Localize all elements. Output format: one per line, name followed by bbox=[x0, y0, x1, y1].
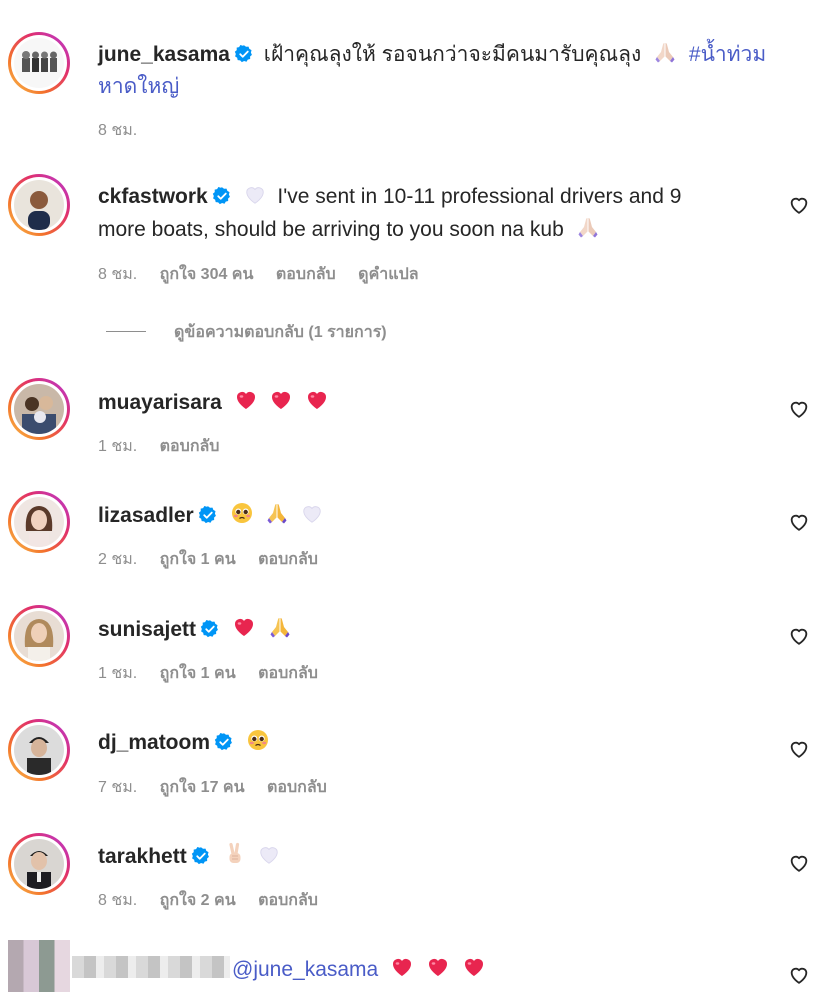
comment-time: 7 ชม. bbox=[98, 779, 138, 796]
comment-meta: 8 ชม. ถูกใจ 304 คน ตอบกลับ ดูคำแปล bbox=[98, 262, 437, 287]
white-heart-emoji bbox=[301, 503, 323, 525]
comment-username[interactable]: muayarisara bbox=[98, 391, 222, 414]
white-heart-emoji bbox=[258, 844, 280, 866]
red-heart-emoji bbox=[390, 955, 414, 979]
pleading-face-emoji bbox=[246, 728, 270, 752]
comment-meta: 8 ชม. ถูกใจ 2 คน ตอบกลับ bbox=[98, 888, 336, 913]
avatar-image bbox=[27, 851, 51, 889]
white-heart-emoji bbox=[244, 184, 266, 206]
avatar[interactable] bbox=[8, 605, 70, 667]
avatar[interactable] bbox=[8, 719, 70, 781]
verified-badge-icon bbox=[191, 846, 211, 866]
pleading-face-emoji bbox=[230, 501, 254, 525]
comment-meta: 7 ชม. ถูกใจ 17 คน ตอบกลับ bbox=[98, 775, 345, 800]
likes-count[interactable]: ถูกใจ 17 คน bbox=[160, 779, 245, 796]
victory-hand-emoji bbox=[223, 842, 247, 866]
avatar[interactable] bbox=[8, 491, 70, 553]
reply-button[interactable]: ตอบกลับ bbox=[258, 665, 318, 682]
avatar-image bbox=[24, 619, 54, 661]
avatar-image bbox=[22, 51, 57, 72]
reply-button[interactable]: ตอบกลับ bbox=[258, 892, 318, 909]
comment-username[interactable]: dj_matoom bbox=[98, 731, 210, 754]
red-heart-emoji bbox=[232, 615, 256, 639]
blurred-username bbox=[72, 956, 230, 978]
comment-username[interactable]: sunisajett bbox=[98, 618, 196, 641]
reply-button[interactable]: ตอบกลับ bbox=[267, 779, 327, 796]
red-heart-emoji bbox=[234, 388, 258, 412]
comment-username[interactable]: tarakhett bbox=[98, 845, 187, 868]
mention-link[interactable]: @june_kasama bbox=[232, 958, 378, 981]
avatar-image bbox=[25, 506, 53, 547]
comment-time: 1 ชม. bbox=[98, 438, 138, 455]
caption-hashtag-end[interactable]: หาดใหญ่ bbox=[98, 75, 179, 98]
red-heart-emoji bbox=[269, 388, 293, 412]
comment-meta: 2 ชม. ถูกใจ 1 คน ตอบกลับ bbox=[98, 547, 336, 572]
praying-hands-emoji bbox=[268, 615, 292, 639]
comment-time: 8 ชม. bbox=[98, 892, 138, 909]
like-heart-icon[interactable] bbox=[788, 852, 810, 874]
avatar[interactable] bbox=[8, 378, 70, 440]
red-heart-emoji bbox=[305, 388, 329, 412]
verified-badge-icon bbox=[200, 619, 220, 639]
comment-username[interactable]: lizasadler bbox=[98, 504, 194, 527]
caption-time: 8 ชม. bbox=[98, 122, 138, 139]
post-caption: june_kasama เฝ้าคุณลุงให้ รอจนกว่าจะมีคน… bbox=[0, 0, 820, 150]
red-heart-emoji bbox=[462, 955, 486, 979]
reply-button[interactable]: ตอบกลับ bbox=[160, 438, 220, 455]
caption-username[interactable]: june_kasama bbox=[98, 43, 230, 66]
verified-badge-icon bbox=[234, 44, 254, 64]
comment-meta: 1 ชม. ถูกใจ 1 คน ตอบกลับ bbox=[98, 661, 336, 686]
like-heart-icon[interactable] bbox=[788, 625, 810, 647]
praying-hands-emoji bbox=[576, 215, 600, 239]
verified-badge-icon bbox=[198, 505, 218, 525]
likes-count[interactable]: ถูกใจ 304 คน bbox=[160, 266, 254, 283]
like-heart-icon[interactable] bbox=[788, 194, 810, 216]
comment-meta: 1 ชม. ตอบกลับ bbox=[98, 434, 237, 459]
caption-text: เฝ้าคุณลุงให้ รอจนกว่าจะมีคนมารับคุณลุง bbox=[263, 43, 642, 66]
praying-hands-emoji bbox=[265, 501, 289, 525]
see-translation-button[interactable]: ดูคำแปล bbox=[358, 266, 418, 283]
view-replies-label: ดูข้อความตอบกลับ (1 รายการ) bbox=[174, 324, 387, 341]
avatar[interactable] bbox=[8, 833, 70, 895]
comment-text-continued: more boats, should be arriving to you so… bbox=[98, 218, 564, 241]
avatar[interactable] bbox=[8, 32, 70, 94]
reply-button[interactable]: ตอบกลับ bbox=[276, 266, 336, 283]
likes-count[interactable]: ถูกใจ 1 คน bbox=[160, 551, 236, 568]
comment-time: 2 ชม. bbox=[98, 551, 138, 568]
comment-time: 8 ชม. bbox=[98, 266, 138, 283]
like-heart-icon[interactable] bbox=[788, 738, 810, 760]
like-heart-icon[interactable] bbox=[788, 511, 810, 533]
caption-meta: 8 ชม. bbox=[98, 118, 155, 143]
likes-count[interactable]: ถูกใจ 2 คน bbox=[160, 892, 236, 909]
avatar-image bbox=[27, 737, 51, 775]
avatar-image bbox=[28, 191, 50, 230]
comment-text: I've sent in 10-11 professional drivers … bbox=[277, 185, 682, 208]
view-replies-button[interactable]: ดูข้อความตอบกลับ (1 รายการ) bbox=[106, 320, 387, 345]
avatar-image bbox=[22, 396, 56, 434]
comment-time: 1 ชม. bbox=[98, 665, 138, 682]
replies-divider bbox=[106, 331, 146, 332]
reply-button[interactable]: ตอบกลับ bbox=[258, 551, 318, 568]
blurred-avatar bbox=[8, 940, 70, 992]
praying-hands-emoji bbox=[653, 40, 677, 64]
avatar[interactable] bbox=[8, 174, 70, 236]
verified-badge-icon bbox=[214, 732, 234, 752]
caption-hashtag-start[interactable]: #น้ำท่วม bbox=[689, 43, 766, 66]
comment-username[interactable]: ckfastwork bbox=[98, 185, 208, 208]
like-heart-icon[interactable] bbox=[788, 398, 810, 420]
verified-badge-icon bbox=[212, 186, 232, 206]
red-heart-emoji bbox=[426, 955, 450, 979]
likes-count[interactable]: ถูกใจ 1 คน bbox=[160, 665, 236, 682]
like-heart-icon[interactable] bbox=[788, 964, 810, 986]
